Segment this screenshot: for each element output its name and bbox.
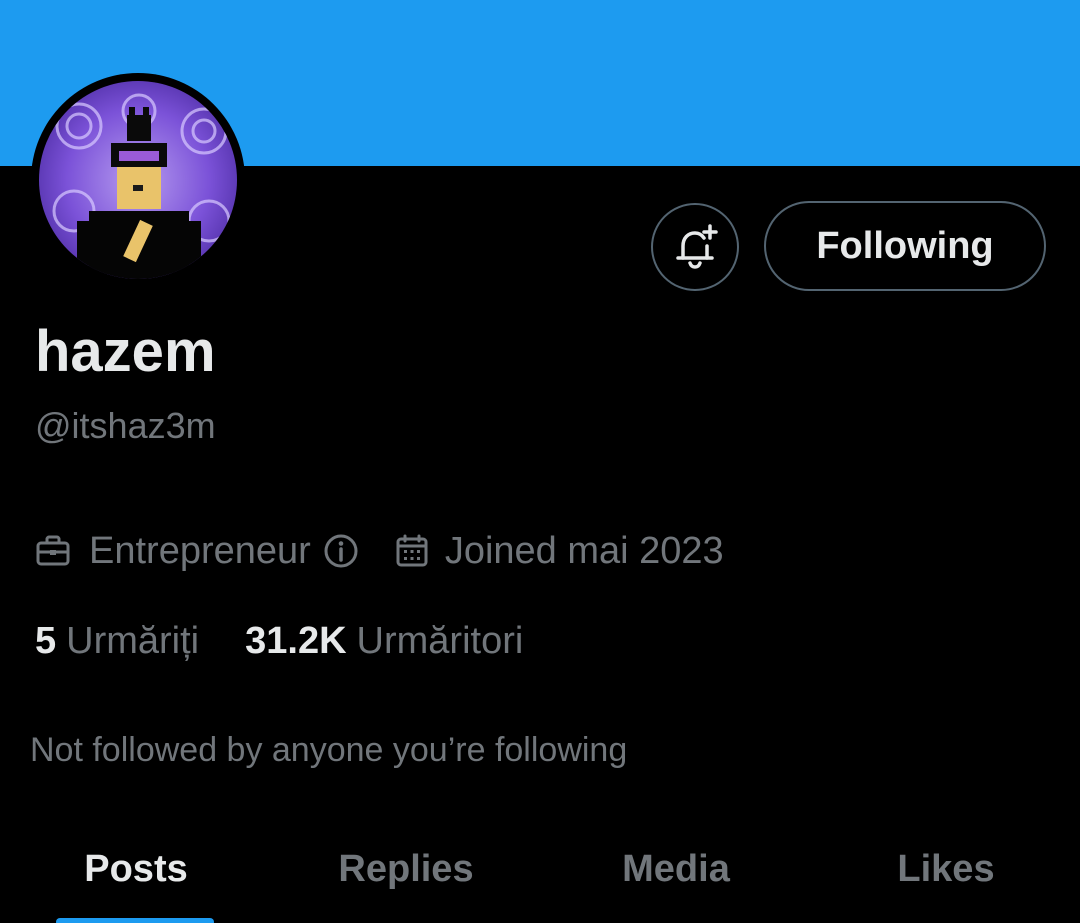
tab-replies[interactable]: Replies	[306, 830, 506, 908]
following-button[interactable]: Following	[764, 201, 1046, 291]
joined-date: Joined mai 2023	[444, 529, 724, 572]
profile-page: Following hazem @itshaz3m Entrepreneur J…	[0, 0, 1080, 923]
following-label: Urmăriți	[66, 619, 200, 662]
briefcase-icon	[36, 535, 70, 566]
tab-media[interactable]: Media	[576, 830, 776, 908]
mutual-followers-text: Not followed by anyone you’re following	[30, 731, 628, 769]
user-handle: @itshaz3m	[35, 405, 216, 446]
followers-count: 31.2K	[245, 619, 347, 662]
profession-item: Entrepreneur	[35, 530, 359, 573]
follow-stats: 5 Urmăriți 31.2K Urmăritori	[35, 616, 523, 666]
active-tab-indicator	[56, 918, 214, 923]
profile-meta: Entrepreneur Joined mai 2023	[35, 526, 724, 576]
profile-tabs: Posts Replies Media Likes	[0, 830, 1080, 923]
profession-label: Entrepreneur	[89, 529, 311, 572]
joined-item: Joined mai 2023	[395, 530, 724, 573]
following-count-link[interactable]: 5 Urmăriți	[35, 620, 199, 663]
followers-count-link[interactable]: 31.2K Urmăritori	[245, 620, 523, 663]
avatar[interactable]	[31, 73, 245, 287]
calendar-icon	[396, 534, 428, 567]
display-name: hazem	[35, 319, 216, 384]
followers-label: Urmăritori	[356, 619, 524, 662]
notifications-button[interactable]	[651, 203, 739, 291]
avatar-image	[39, 81, 237, 279]
tab-posts[interactable]: Posts	[36, 830, 236, 908]
tab-likes[interactable]: Likes	[846, 830, 1046, 908]
bell-plus-icon	[676, 224, 718, 269]
info-circle-icon[interactable]	[323, 533, 359, 569]
following-count: 5	[35, 619, 57, 662]
